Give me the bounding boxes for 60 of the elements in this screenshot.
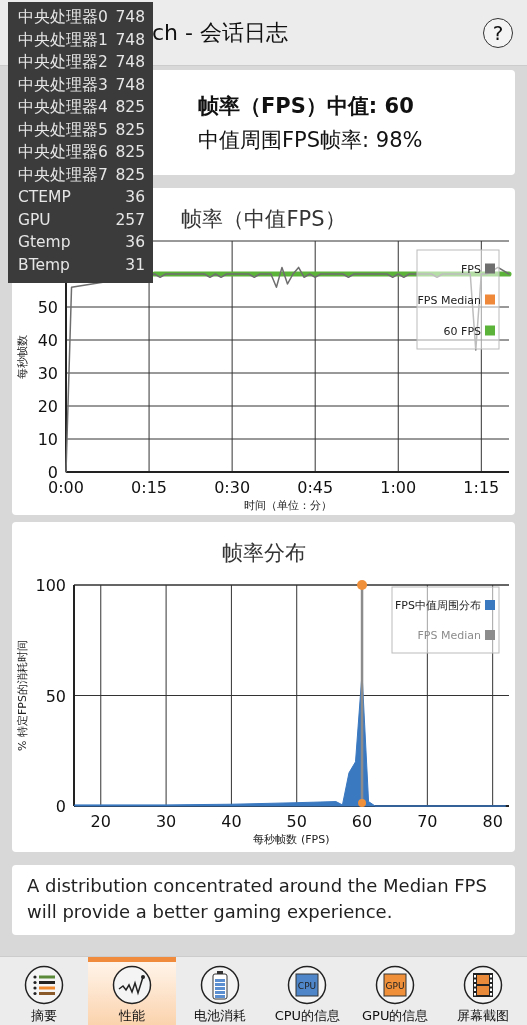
legend-label: FPS Median (417, 293, 481, 307)
hint-text: A distribution concentrated around the Median FPS will provide a better gaming experience. (12, 865, 515, 935)
axis-tick-label: 30 (37, 364, 58, 383)
stat-value: 748 (115, 7, 145, 28)
stat-label: 中央处理器7 (18, 164, 108, 186)
stat-label: 中央处理器6 (18, 142, 108, 163)
axis-tick-label: 10 (37, 430, 58, 449)
stability-text: 中值周围FPS帧率: 98% (198, 126, 424, 154)
axis-title: 每秒帧数 (16, 334, 29, 379)
axis-tick-label: 40 (37, 331, 58, 350)
axis-tick-label: 50 (286, 812, 307, 831)
axis-tick-label: 0:45 (297, 478, 334, 497)
chart-title: 帧率分布 (221, 541, 306, 565)
axis-title: 时间（单位：分） (243, 499, 332, 512)
legend-label: FPS (461, 262, 481, 276)
median-fps-text: 帧率（FPS）中值: 60 (198, 92, 415, 120)
chip-icon: GPU (375, 965, 416, 1005)
axis-tick-label: 0 (55, 797, 66, 816)
axis-tick-label: 20 (37, 397, 58, 416)
axis-tick-label: 30 (155, 812, 177, 831)
axis-tick-label: 0:15 (131, 478, 168, 497)
axis-tick-label: 1:15 (463, 478, 500, 497)
stat-value: 36 (125, 232, 145, 253)
axis-tick-label: 50 (37, 298, 58, 317)
stat-value: 31 (125, 254, 145, 276)
stat-label: BTemp (18, 254, 70, 276)
axis-tick-label: 40 (221, 812, 242, 831)
screen-title: ch - 会话日志 (152, 18, 289, 47)
stat-label: CTEMP (18, 187, 71, 208)
stat-value: 748 (115, 74, 145, 96)
legend-label: FPS中值周围分布 (395, 599, 481, 612)
legend-label: 60 FPS (443, 324, 481, 338)
axis-tick-label: 1:00 (380, 478, 417, 497)
axis-tick-label: 50 (45, 686, 66, 706)
axis-title: 每秒帧数 (FPS) (253, 833, 330, 846)
stat-value: 748 (115, 29, 145, 51)
axis-title: % 特定FPS的消耗时间 (16, 640, 29, 751)
stat-value: 825 (115, 119, 145, 141)
stat-label: 中央处理器3 (18, 74, 108, 96)
stat-value: 825 (115, 164, 145, 186)
axis-tick-label: 80 (482, 812, 503, 831)
axis-tick-label: 60 (351, 812, 373, 831)
chip-icon: CPU (287, 965, 328, 1005)
stat-value: 36 (125, 187, 145, 208)
stat-label: 中央处理器1 (18, 29, 108, 51)
axis-tick-label: 100 (35, 576, 66, 595)
stat-value: 825 (115, 97, 145, 118)
stat-label: 中央处理器4 (18, 97, 108, 118)
stat-label: 中央处理器0 (18, 7, 108, 28)
stat-value: 825 (115, 142, 145, 163)
stat-label: 中央处理器5 (18, 119, 108, 141)
chart-title: 帧率（中值FPS） (181, 207, 346, 231)
axis-tick-label: 20 (90, 812, 111, 831)
axis-tick-label: 0:30 (214, 478, 251, 497)
axis-tick-label: 70 (417, 812, 438, 831)
stat-label: 中央处理器2 (18, 52, 108, 73)
stat-value: 748 (115, 52, 145, 73)
stat-label: Gtemp (18, 232, 71, 253)
stat-value: 257 (115, 209, 145, 231)
stat-label: GPU (18, 209, 51, 231)
